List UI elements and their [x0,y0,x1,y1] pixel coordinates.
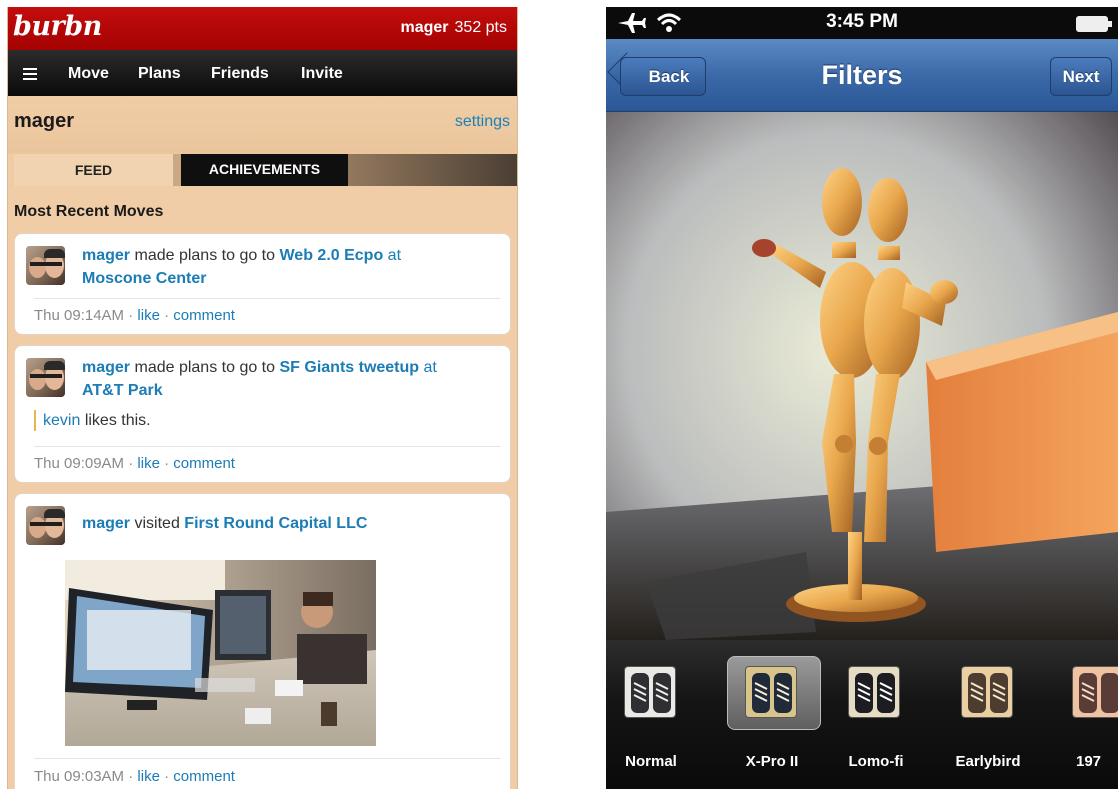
settings-link[interactable]: settings [455,113,510,131]
filter-thumb-earlybird[interactable] [961,666,1013,718]
separator: · [128,455,134,472]
divider [34,446,500,447]
filter-label-1977[interactable]: 197 [1076,753,1118,770]
nav-plans[interactable]: Plans [138,65,181,83]
post-text: mager made plans to go to Web 2.0 Ecpo a… [82,244,507,290]
filter-thumb-1977[interactable] [1072,666,1118,718]
section-title: Most Recent Moves [14,203,164,220]
avatar[interactable] [26,506,65,545]
liker-link[interactable]: kevin [43,412,80,429]
likes-text: likes this. [84,412,151,429]
likes-line: kevin likes this. [34,410,151,431]
post-meta: Thu 09:03AM · like · comment [34,768,235,785]
sneakers-thumb-image [746,667,796,717]
filter-thumb-lomo-fi[interactable] [848,666,900,718]
profile-name: mager [14,110,75,132]
next-button[interactable]: Next [1050,57,1112,96]
divider [34,758,500,759]
post-target-link[interactable]: First Round Capital LLC [184,515,367,532]
filtered-photo [606,112,1118,640]
feed-item: mager made plans to go to SF Giants twee… [14,345,511,483]
post-time: Thu 09:03AM [34,768,125,785]
like-link[interactable]: like [137,307,160,324]
user-points[interactable]: mager 352 pts [400,19,507,37]
page-title: Filters [821,60,903,90]
separator: · [128,307,134,324]
nav-friends[interactable]: Friends [211,65,269,83]
post-place-link[interactable]: AT&T Park [82,382,163,399]
comment-link[interactable]: comment [173,307,235,324]
post-user-link[interactable]: mager [82,359,130,376]
filter-tray: Normal X-Pro II Lomo-fi Earlybird 197 [606,640,1118,789]
post-time: Thu 09:14AM [34,307,125,324]
feed-item: mager made plans to go to Web 2.0 Ecpo a… [14,233,511,335]
user-name[interactable]: mager [400,19,448,36]
battery-icon [1076,16,1112,32]
separator: · [164,768,170,785]
burbn-app: burbn mager 352 pts Move Plans Friends In… [7,7,518,789]
burbn-topbar: burbn mager 352 pts [8,7,517,50]
wooden-mannequins-image [606,112,1118,640]
nav-bar: Back Filters Next [606,39,1118,112]
tab-achievements[interactable]: ACHIEVEMENTS [181,154,348,186]
status-bar: 3:45 PM [606,7,1118,39]
main-nav: Move Plans Friends Invite [8,50,517,96]
filter-label-x-pro-ii[interactable]: X-Pro II [727,753,817,770]
filter-label-normal[interactable]: Normal [606,753,696,770]
post-text: mager made plans to go to SF Giants twee… [82,356,507,402]
post-connector: at [423,359,437,376]
menu-icon[interactable] [23,68,37,80]
tab-bar: FEED ACHIEVEMENTS [8,154,517,186]
comment-link[interactable]: comment [173,455,235,472]
profile-header: mager settings FEED ACHIEVEMENTS [8,96,517,186]
like-link[interactable]: like [137,455,160,472]
post-photo[interactable] [65,560,376,746]
sneakers-thumb-image [962,667,1012,717]
filter-thumb-normal[interactable] [624,666,676,718]
filter-label-earlybird[interactable]: Earlybird [943,753,1033,770]
comment-link[interactable]: comment [173,768,235,785]
post-action: made plans to go to [134,359,276,376]
post-connector: at [387,247,402,264]
burbn-logo[interactable]: burbn [13,11,102,42]
post-text: mager visited First Round Capital LLC [82,512,507,535]
sneakers-thumb-image [1073,667,1118,717]
divider [34,298,500,299]
post-user-link[interactable]: mager [82,515,130,532]
nav-move[interactable]: Move [68,65,109,83]
post-place-link[interactable]: Moscone Center [82,270,206,287]
sneakers-thumb-image [625,667,675,717]
post-target-link[interactable]: Web 2.0 Ecpo [279,247,383,264]
sneakers-thumb-image [849,667,899,717]
post-meta: Thu 09:14AM · like · comment [34,307,235,324]
points-count: 352 pts [454,19,507,36]
separator: · [128,768,134,785]
post-action: visited [134,515,180,532]
separator: · [164,307,170,324]
post-action: made plans to go to [134,247,276,264]
like-link[interactable]: like [137,768,160,785]
instagram-filters-screen: 3:45 PM Back Filters Next Normal X-Pro I… [606,7,1118,789]
post-user-link[interactable]: mager [82,247,130,264]
tab-feed[interactable]: FEED [14,154,173,186]
filter-thumb-x-pro-ii[interactable] [745,666,797,718]
office-photo-image [65,560,376,746]
status-time: 3:45 PM [826,11,898,32]
post-time: Thu 09:09AM [34,455,125,472]
avatar[interactable] [26,358,65,397]
avatar[interactable] [26,246,65,285]
post-meta: Thu 09:09AM · like · comment [34,455,235,472]
separator: · [164,455,170,472]
nav-invite[interactable]: Invite [301,65,343,83]
feed-item: mager visited First Round Capital LLC Th… [14,493,511,789]
filter-label-lomo-fi[interactable]: Lomo-fi [831,753,921,770]
post-target-link[interactable]: SF Giants tweetup [279,359,419,376]
